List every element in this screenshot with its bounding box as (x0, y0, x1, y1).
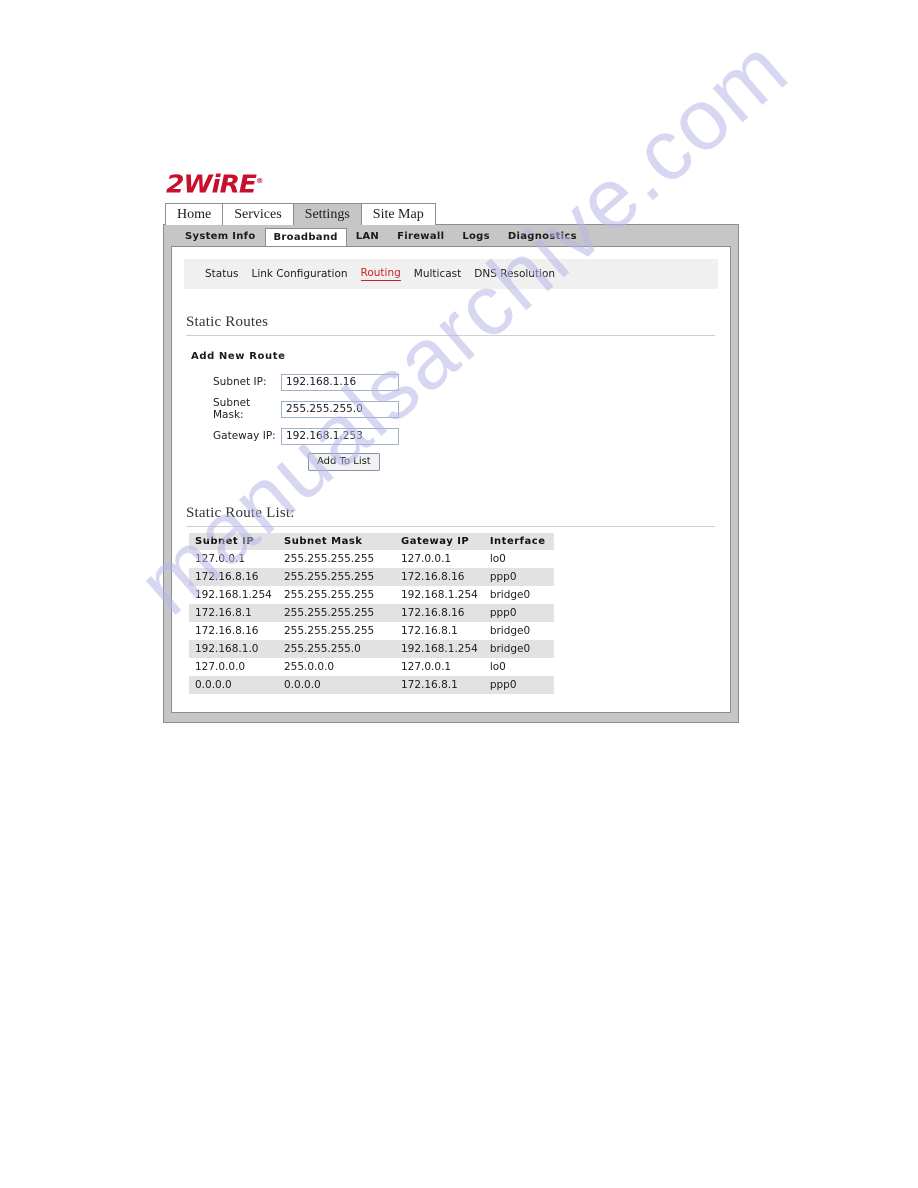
nav-status[interactable]: Status (205, 268, 238, 280)
tab-settings[interactable]: Settings (292, 203, 362, 225)
cell-gateway-ip: 127.0.0.1 (401, 661, 452, 673)
cell-interface: ppp0 (483, 568, 554, 586)
subtab-firewall[interactable]: Firewall (388, 227, 453, 246)
column-subnet-ip: Subnet IP (189, 533, 278, 550)
nav-multicast[interactable]: Multicast (414, 268, 461, 280)
subnet-mask-label: Subnet Mask: (213, 397, 251, 421)
cell-subnet-ip: 0.0.0.0 (189, 676, 278, 694)
static-routes-section: Static Routes Add New Route Subnet IP: S… (184, 314, 718, 471)
cell-interface: bridge0 (483, 640, 554, 658)
cell-interface: ppp0 (483, 676, 554, 694)
table-row: 192.168.1.0 255.255.255.0 192.168.1.254 … (189, 640, 554, 658)
table-row: 127.0.0.1 255.255.255.255 127.0.0.1 lo0 (189, 550, 554, 568)
cell-gateway-ip: 192.168.1.254 (395, 640, 484, 658)
table-row: 192.168.1.254 255.255.255.255 192.168.1.… (189, 586, 554, 604)
primary-nav: Home Services Settings Site Map (163, 202, 739, 225)
brand-header: 2WiRE® (163, 168, 739, 202)
nav-dns-resolution[interactable]: DNS Resolution (474, 268, 555, 280)
list-heading-rule (186, 526, 715, 527)
app-frame: System Info Broadband LAN Firewall Logs … (163, 224, 739, 723)
gateway-ip-label: Gateway IP: (213, 430, 276, 442)
cell-subnet-mask: 255.255.255.255 (278, 568, 395, 586)
form-actions: Add To List (186, 453, 718, 471)
subnet-mask-row: Subnet Mask: (186, 397, 718, 421)
table-body: 127.0.0.1 255.255.255.255 127.0.0.1 lo0 … (189, 550, 554, 694)
add-to-list-button[interactable]: Add To List (308, 453, 380, 471)
table-row: 172.16.8.1 255.255.255.255 172.16.8.16 p… (189, 604, 554, 622)
heading-rule (186, 335, 715, 336)
cell-interface: bridge0 (489, 589, 531, 601)
column-interface: Interface (483, 533, 554, 550)
column-gateway-ip: Gateway IP (395, 533, 484, 550)
tab-home[interactable]: Home (165, 203, 224, 225)
content-panel: Status Link Configuration Routing Multic… (171, 246, 731, 713)
cell-subnet-mask: 255.255.255.255 (284, 625, 375, 637)
column-subnet-mask: Subnet Mask (278, 533, 395, 550)
cell-gateway-ip: 172.16.8.16 (395, 604, 484, 622)
cell-gateway-ip: 172.16.8.1 (401, 625, 458, 637)
table-header-row: Subnet IP Subnet Mask Gateway IP Interfa… (189, 533, 554, 550)
cell-subnet-ip: 172.16.8.16 (195, 625, 259, 637)
subtab-diagnostics[interactable]: Diagnostics (499, 227, 586, 246)
cell-subnet-ip: 192.168.1.0 (189, 640, 278, 658)
subtab-logs[interactable]: Logs (453, 227, 499, 246)
subtab-lan[interactable]: LAN (347, 227, 388, 246)
subnet-ip-label: Subnet IP: (213, 376, 267, 388)
static-route-list-section: Static Route List: Subnet IP Subnet Mask… (184, 505, 718, 694)
secondary-nav: System Info Broadband LAN Firewall Logs … (171, 225, 731, 247)
cell-subnet-ip: 172.16.8.1 (189, 604, 278, 622)
router-admin-screenshot: 2WiRE® Home Services Settings Site Map S… (163, 168, 739, 723)
cell-subnet-mask: 0.0.0.0 (278, 676, 395, 694)
cell-subnet-mask: 255.255.255.255 (284, 589, 375, 601)
cell-subnet-mask: 255.255.255.0 (278, 640, 395, 658)
table-row: 172.16.8.16 255.255.255.255 172.16.8.16 … (189, 568, 554, 586)
cell-gateway-ip: 127.0.0.1 (401, 553, 452, 565)
nav-routing[interactable]: Routing (360, 267, 401, 281)
static-route-list-heading: Static Route List: (186, 505, 295, 521)
gateway-ip-row: Gateway IP: (186, 424, 718, 448)
static-routes-heading: Static Routes (186, 314, 269, 330)
subtab-broadband[interactable]: Broadband (264, 228, 347, 247)
cell-gateway-ip: 172.16.8.1 (395, 676, 484, 694)
cell-interface: bridge0 (489, 625, 531, 637)
cell-interface: lo0 (489, 553, 506, 565)
tertiary-nav: Status Link Configuration Routing Multic… (184, 259, 718, 289)
subnet-mask-input[interactable] (281, 400, 399, 418)
nav-link-configuration[interactable]: Link Configuration (251, 268, 347, 280)
table-row: 127.0.0.0 255.0.0.0 127.0.0.1 lo0 (189, 658, 554, 676)
cell-gateway-ip: 192.168.1.254 (401, 589, 478, 601)
subnet-ip-row: Subnet IP: (186, 370, 718, 394)
cell-subnet-ip: 172.16.8.16 (189, 568, 278, 586)
twowire-logo: 2WiRE® (166, 168, 263, 197)
cell-interface: ppp0 (483, 604, 554, 622)
subtab-system-info[interactable]: System Info (176, 227, 265, 246)
cell-subnet-mask: 255.255.255.255 (284, 553, 375, 565)
tab-site-map[interactable]: Site Map (360, 203, 436, 225)
table-row: 172.16.8.16 255.255.255.255 172.16.8.1 b… (189, 622, 554, 640)
gateway-ip-input[interactable] (281, 427, 399, 445)
cell-subnet-mask: 255.0.0.0 (284, 661, 335, 673)
cell-interface: lo0 (489, 661, 506, 673)
logo-wordmark: 2WiRE (166, 169, 257, 199)
cell-subnet-ip: 127.0.0.1 (195, 553, 246, 565)
table-row: 0.0.0.0 0.0.0.0 172.16.8.1 ppp0 (189, 676, 554, 694)
cell-gateway-ip: 172.16.8.16 (395, 568, 484, 586)
cell-subnet-ip: 127.0.0.0 (195, 661, 246, 673)
tab-services[interactable]: Services (222, 203, 294, 225)
subnet-ip-input[interactable] (281, 373, 399, 391)
cell-subnet-mask: 255.255.255.255 (278, 604, 395, 622)
cell-subnet-ip: 192.168.1.254 (195, 589, 272, 601)
registered-trademark-icon: ® (255, 177, 264, 185)
static-route-table: Subnet IP Subnet Mask Gateway IP Interfa… (189, 533, 554, 694)
add-new-route-heading: Add New Route (191, 351, 286, 362)
